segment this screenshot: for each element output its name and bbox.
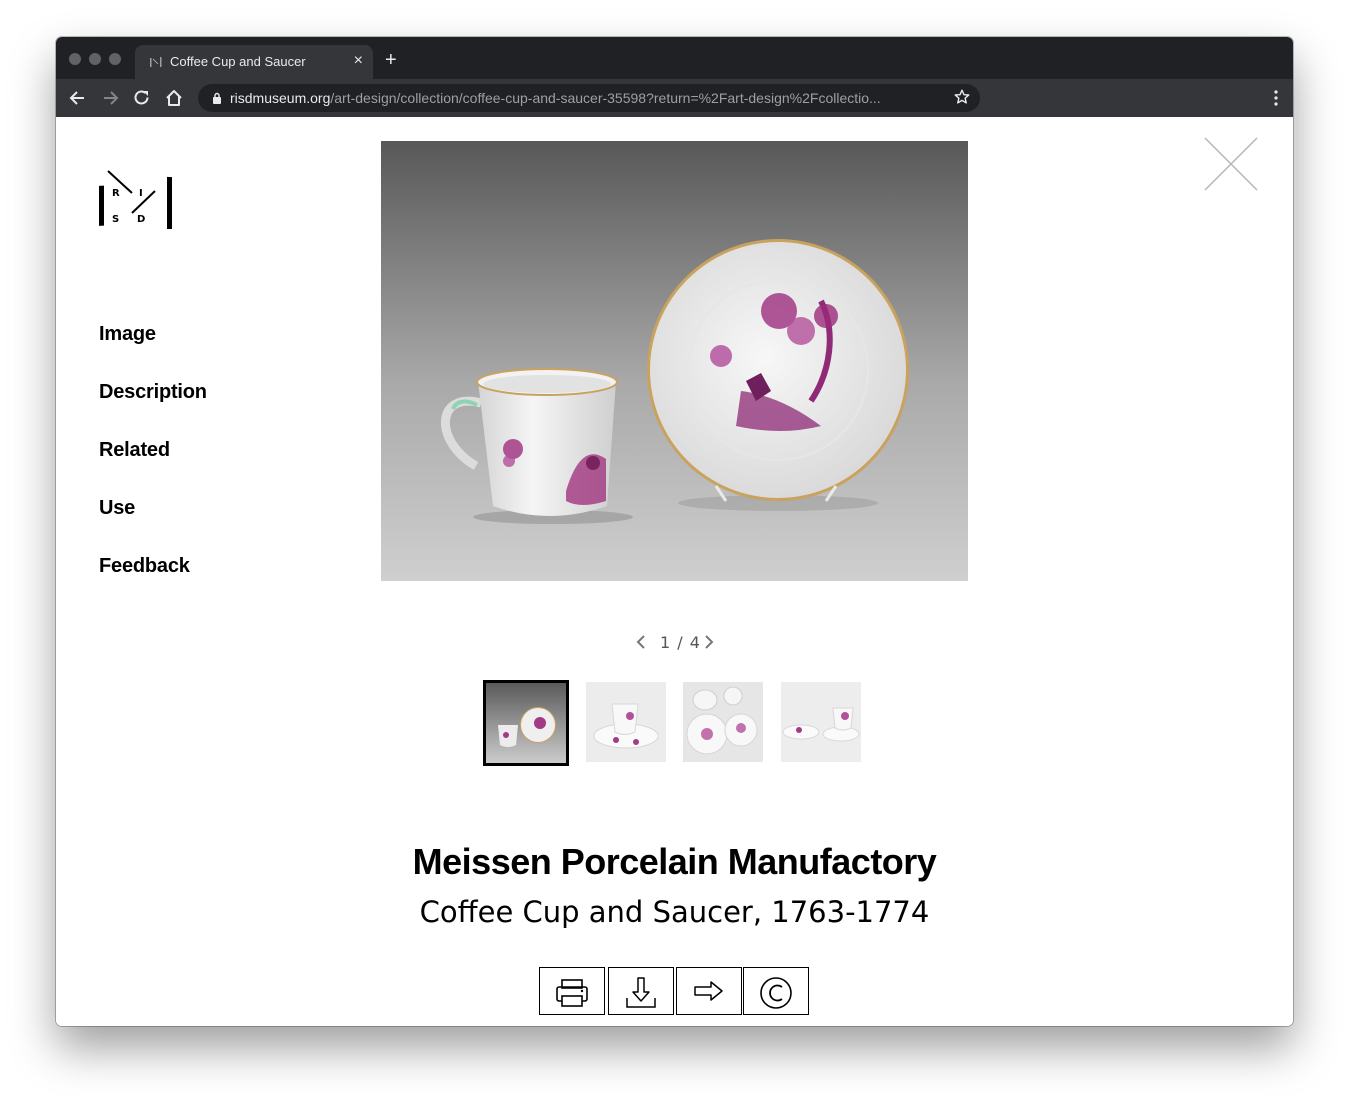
window-close-dot[interactable] <box>69 53 81 65</box>
artist-name: Meissen Porcelain Manufactory <box>412 841 937 882</box>
download-button[interactable] <box>608 967 674 1015</box>
rights-button[interactable] <box>743 967 809 1015</box>
image-pager: 1 / 4 <box>626 629 726 655</box>
artwork-main-image[interactable] <box>381 141 968 581</box>
pager-count: 1 / 4 <box>660 633 701 652</box>
print-icon <box>556 979 588 1007</box>
close-icon[interactable] <box>1203 136 1259 192</box>
browser-tab[interactable]: Coffee Cup and Saucer × <box>135 45 373 79</box>
url-path: /art-design/collection/coffee-cup-and-sa… <box>330 90 881 106</box>
browser-toolbar: risdmuseum.org/art-design/collection/cof… <box>56 79 1293 117</box>
thumbnail-2[interactable] <box>586 682 666 762</box>
thumbnail-1[interactable] <box>483 680 569 766</box>
logo-letter-r: R <box>112 188 120 199</box>
nav-item-related[interactable]: Related <box>99 435 207 493</box>
url-text: risdmuseum.org/art-design/collection/cof… <box>230 90 881 106</box>
page-content: R I S D Image Description Related Use Fe… <box>56 117 1293 1026</box>
lock-icon <box>213 92 221 104</box>
forward-arrow-icon[interactable] <box>100 88 120 108</box>
risd-favicon-icon <box>150 57 162 67</box>
reload-icon[interactable] <box>132 88 152 108</box>
browser-window: Coffee Cup and Saucer × + risdmuseum.org… <box>56 37 1293 1026</box>
tab-close-icon[interactable]: × <box>354 52 363 70</box>
window-zoom-dot[interactable] <box>109 53 121 65</box>
new-tab-button[interactable]: + <box>385 50 397 70</box>
tab-title: Coffee Cup and Saucer <box>170 54 306 69</box>
copyright-icon <box>760 977 792 1009</box>
thumbnail-3[interactable] <box>683 682 763 762</box>
window-minimize-dot[interactable] <box>89 53 101 65</box>
share-button[interactable] <box>676 967 742 1015</box>
browser-menu-icon[interactable] <box>1273 88 1279 108</box>
print-button[interactable] <box>539 967 605 1015</box>
address-bar[interactable]: risdmuseum.org/art-design/collection/cof… <box>198 84 980 112</box>
logo-letter-d: D <box>137 214 145 225</box>
url-domain: risdmuseum.org <box>230 90 331 106</box>
chevron-right-icon[interactable] <box>702 634 716 650</box>
nav-item-description[interactable]: Description <box>99 377 207 435</box>
bookmark-star-icon[interactable] <box>953 88 971 106</box>
section-nav: Image Description Related Use Feedback <box>99 319 207 609</box>
share-arrow-icon <box>694 981 723 1001</box>
logo-letter-i: I <box>139 188 143 199</box>
chevron-left-icon[interactable] <box>634 634 648 650</box>
logo-letter-s: S <box>112 214 119 225</box>
nav-item-use[interactable]: Use <box>99 493 207 551</box>
risd-museum-logo[interactable]: R I S D <box>98 167 178 229</box>
title-bar: Coffee Cup and Saucer × + <box>56 37 1293 79</box>
nav-item-image[interactable]: Image <box>99 319 207 377</box>
object-title: Coffee Cup and Saucer, 1763-1774 <box>419 895 930 929</box>
home-icon[interactable] <box>164 88 184 108</box>
back-arrow-icon[interactable] <box>68 88 88 108</box>
thumbnail-4[interactable] <box>781 682 861 762</box>
download-icon <box>626 977 656 1008</box>
nav-item-feedback[interactable]: Feedback <box>99 551 207 609</box>
